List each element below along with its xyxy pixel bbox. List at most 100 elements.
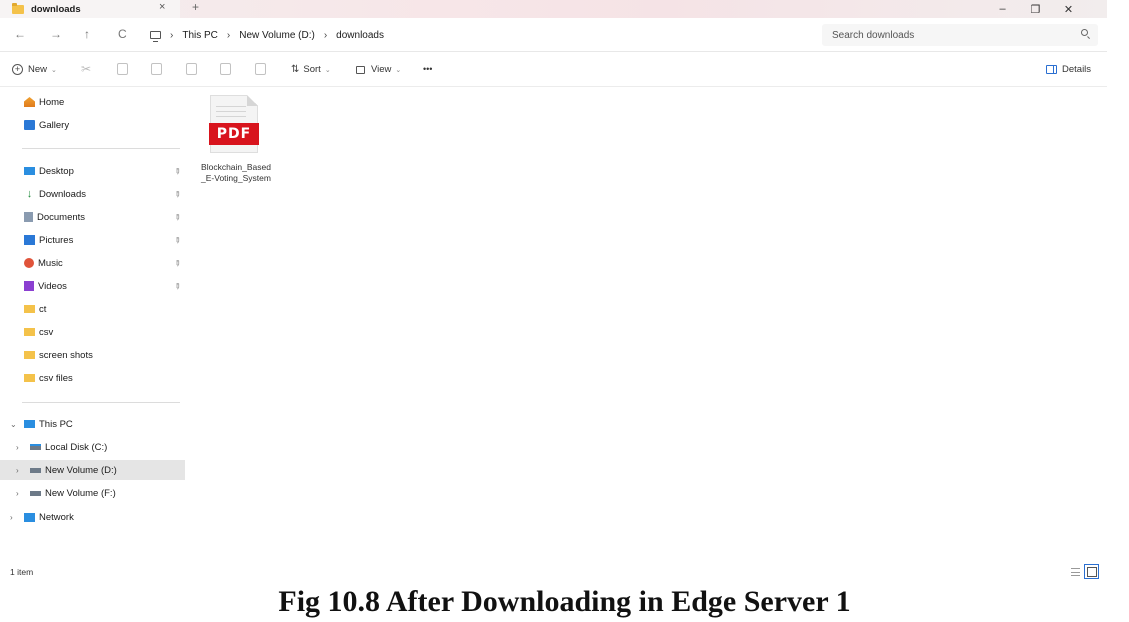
sidebar-item-csv-files[interactable]: csv files	[0, 368, 185, 388]
sidebar-item-label: Desktop	[39, 165, 74, 177]
music-icon	[24, 258, 34, 268]
chevron-right-icon[interactable]: ›	[16, 443, 19, 452]
cut-icon[interactable]: ✂	[81, 62, 91, 76]
sidebar-item-label: Pictures	[39, 234, 74, 246]
minimize-button[interactable]: –	[986, 3, 1019, 15]
drive-icon	[30, 467, 41, 473]
sidebar-item-label: ct	[39, 303, 47, 315]
view-button[interactable]: View ⌄	[356, 64, 401, 75]
pictures-icon	[24, 235, 35, 245]
sort-icon: ⇅	[291, 64, 300, 75]
view-label: View	[371, 64, 392, 75]
sidebar-item-new-volume-f[interactable]: › New Volume (F:)	[0, 483, 185, 503]
chevron-down-icon: ⌄	[395, 66, 402, 74]
sidebar-item-screen-shots[interactable]: screen shots	[0, 345, 185, 365]
pin-icon[interactable]: ✎	[172, 211, 183, 222]
view-toggle	[1071, 564, 1099, 579]
forward-arrow-icon[interactable]: →	[50, 27, 62, 41]
new-button[interactable]: + New ⌄	[12, 64, 57, 75]
chevron-right-icon[interactable]: ›	[16, 489, 19, 498]
breadcrumb-new-volume-d[interactable]: New Volume (D:)	[239, 30, 315, 41]
sort-label: Sort	[303, 64, 321, 75]
rename-icon[interactable]	[186, 63, 197, 75]
sidebar-item-music[interactable]: Music ✎	[0, 253, 185, 273]
tab-title: downloads	[31, 3, 81, 15]
refresh-icon[interactable]: C	[118, 27, 127, 41]
item-count: 1 item	[10, 567, 34, 577]
paste-icon[interactable]	[151, 63, 162, 75]
sidebar-item-csv[interactable]: csv	[0, 322, 185, 342]
copy-icon[interactable]	[117, 63, 128, 75]
search-placeholder: Search downloads	[832, 29, 915, 41]
pin-icon[interactable]: ✎	[172, 280, 183, 291]
chevron-right-icon: ›	[170, 29, 174, 41]
folder-icon	[24, 328, 35, 336]
file-name: Blockchain_Based_E-Voting_System	[201, 162, 271, 183]
sidebar-item-label: csv	[39, 326, 54, 338]
address-bar[interactable]: › This PC › New Volume (D:) › downloads	[146, 24, 816, 46]
sidebar-item-label: Network	[39, 511, 74, 523]
gallery-icon	[24, 120, 35, 130]
sidebar-item-label: Music	[38, 257, 63, 269]
pin-icon[interactable]: ✎	[172, 165, 183, 176]
breadcrumb-this-pc[interactable]: This PC	[182, 30, 218, 41]
large-icons-view-icon[interactable]	[1084, 564, 1099, 579]
download-icon: ↓	[26, 188, 33, 200]
sort-button[interactable]: ⇅ Sort ⌄	[291, 64, 331, 75]
sidebar-item-network[interactable]: › Network	[0, 507, 185, 527]
sidebar-item-label: This PC	[39, 418, 73, 430]
folder-icon	[24, 374, 35, 382]
pin-icon[interactable]: ✎	[172, 257, 183, 268]
sidebar-item-label: Downloads	[39, 188, 86, 200]
pin-icon[interactable]: ✎	[172, 234, 183, 245]
sidebar-item-new-volume-d[interactable]: › New Volume (D:)	[0, 460, 185, 480]
chevron-down-icon[interactable]: ⌄	[10, 420, 17, 429]
breadcrumb-downloads[interactable]: downloads	[336, 30, 384, 41]
share-icon[interactable]	[220, 63, 231, 75]
delete-icon[interactable]	[255, 63, 266, 75]
folder-icon	[12, 2, 24, 14]
close-tab-icon[interactable]: ×	[159, 1, 165, 13]
details-button[interactable]: Details	[1046, 64, 1091, 75]
new-label: New	[28, 64, 48, 75]
sidebar-item-documents[interactable]: Documents ✎	[0, 207, 185, 227]
sidebar-item-desktop[interactable]: Desktop ✎	[0, 161, 185, 181]
restore-button[interactable]: ❐	[1019, 3, 1052, 16]
sidebar-item-home[interactable]: Home	[0, 92, 185, 112]
sidebar-item-pictures[interactable]: Pictures ✎	[0, 230, 185, 250]
more-options-button[interactable]: •••	[423, 64, 432, 74]
drive-icon	[30, 444, 41, 450]
pdf-badge: PDF	[209, 123, 259, 145]
divider	[22, 402, 180, 403]
sidebar-item-local-disk-c[interactable]: › Local Disk (C:)	[0, 437, 185, 457]
sidebar-item-videos[interactable]: Videos ✎	[0, 276, 185, 296]
up-arrow-icon[interactable]: ↑	[84, 27, 90, 41]
documents-icon	[24, 212, 33, 222]
navigation-pane: Home Gallery Desktop ✎ ↓ Downloads ✎ Doc…	[0, 88, 185, 568]
tab-downloads[interactable]: downloads ×	[0, 0, 180, 18]
new-tab-button[interactable]: +	[192, 0, 199, 14]
close-window-button[interactable]: ✕	[1052, 3, 1085, 16]
details-pane-icon	[1046, 65, 1057, 74]
sidebar-item-this-pc[interactable]: ⌄ This PC	[0, 414, 185, 434]
pin-icon[interactable]: ✎	[172, 188, 183, 199]
videos-icon	[24, 281, 34, 291]
sidebar-item-label: csv files	[39, 372, 73, 384]
chevron-right-icon[interactable]: ›	[10, 513, 13, 522]
sidebar-item-label: screen shots	[39, 349, 93, 361]
back-arrow-icon[interactable]: ←	[14, 27, 26, 41]
sidebar-item-ct[interactable]: ct	[0, 299, 185, 319]
sidebar-item-downloads[interactable]: ↓ Downloads ✎	[0, 184, 185, 204]
divider	[22, 148, 180, 149]
chevron-right-icon: ›	[226, 29, 231, 41]
desktop-icon	[24, 167, 35, 175]
sidebar-item-label: Documents	[37, 211, 86, 223]
details-view-icon[interactable]	[1071, 567, 1080, 576]
folder-icon	[24, 305, 35, 313]
page-lines	[216, 106, 246, 121]
sidebar-item-gallery[interactable]: Gallery	[0, 115, 185, 135]
search-input[interactable]: Search downloads	[822, 24, 1098, 46]
chevron-right-icon[interactable]: ›	[16, 466, 19, 475]
drive-icon	[30, 490, 41, 496]
sidebar-item-label: Home	[39, 96, 65, 108]
